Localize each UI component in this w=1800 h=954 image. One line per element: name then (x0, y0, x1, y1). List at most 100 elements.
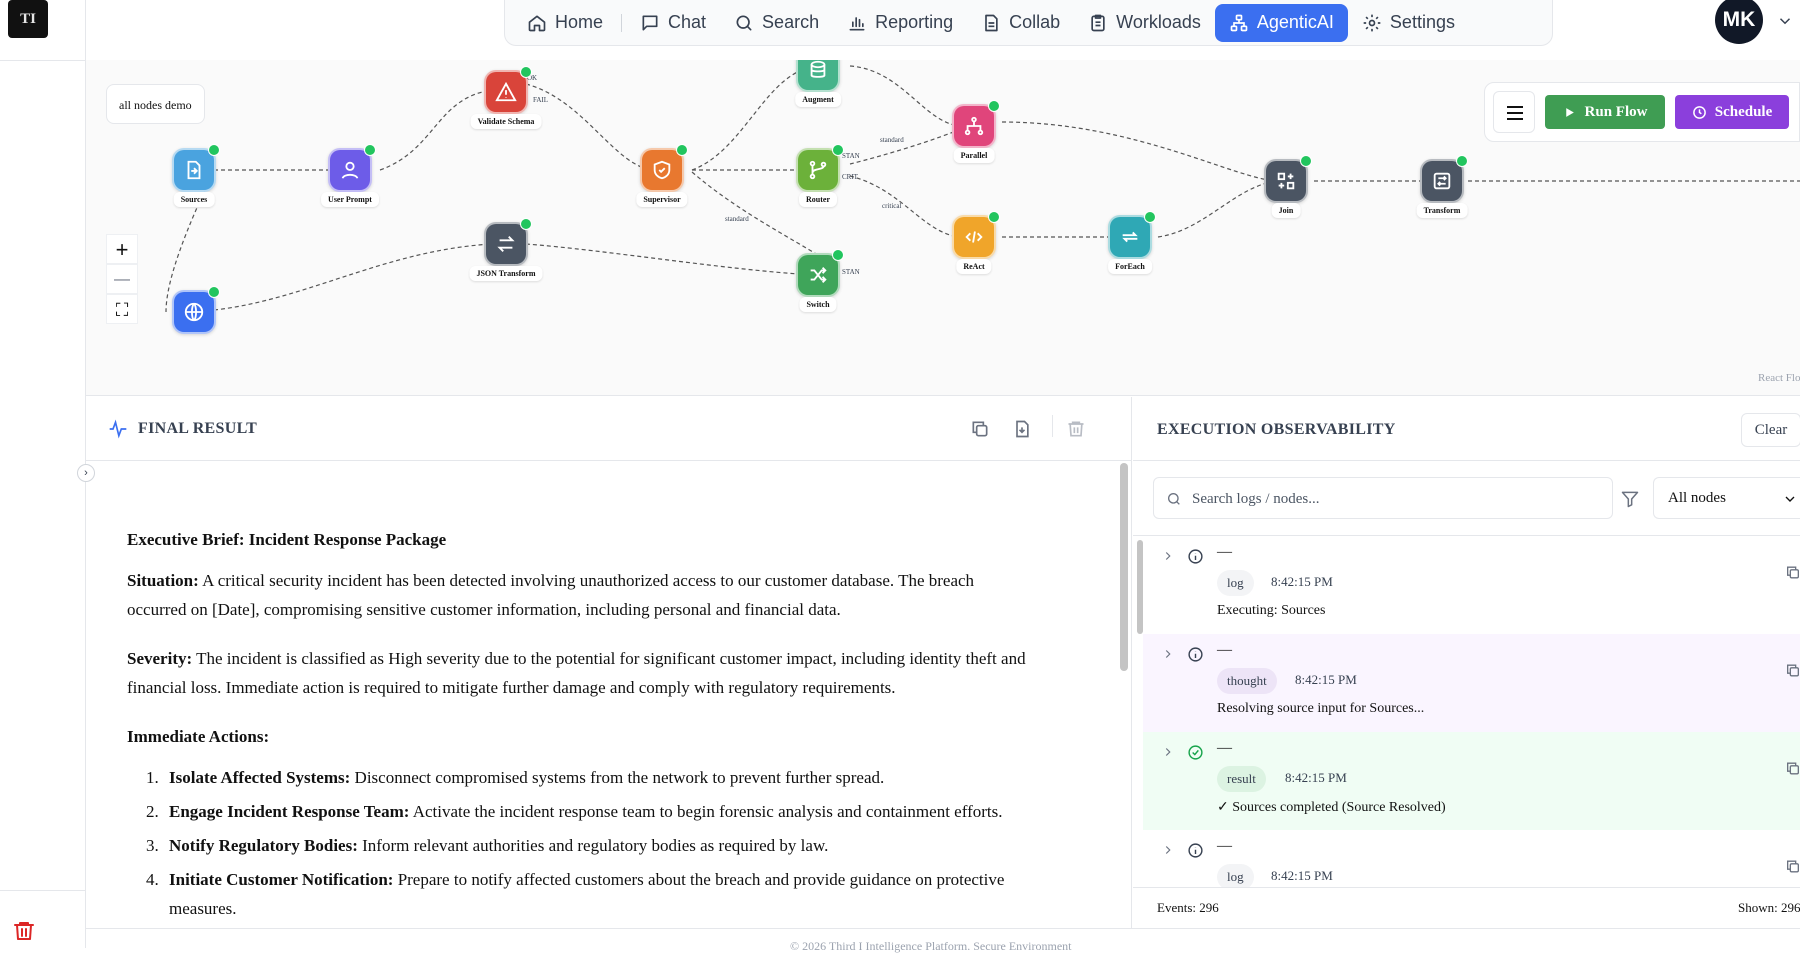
node-sources[interactable] (172, 144, 220, 192)
rail-divider (0, 60, 86, 61)
log-entry[interactable]: — log 8:42:15 PM (1143, 830, 1800, 887)
search-icon (1168, 493, 1180, 505)
node-foreach[interactable] (1108, 211, 1156, 259)
flow-canvas[interactable]: all nodes demo OK FAIL standard STAN CRI… (86, 60, 1800, 396)
filter-icon[interactable] (1620, 489, 1640, 509)
nav-home-label: Home (555, 12, 604, 32)
node-json-transform[interactable] (484, 218, 532, 266)
flow-name[interactable]: all nodes demo (106, 84, 205, 124)
chevron-right-icon[interactable] (1161, 549, 1175, 563)
chevron-right-icon[interactable] (1161, 745, 1175, 759)
node-user-prompt[interactable] (328, 144, 376, 192)
node-supervisor[interactable] (640, 144, 688, 192)
nav-agenticai[interactable]: AgenticAI (1214, 3, 1348, 42)
node-augment[interactable] (796, 60, 840, 92)
chevron-down-icon[interactable] (1776, 12, 1794, 30)
avatar[interactable]: MK (1715, 0, 1763, 44)
branch-icon (809, 160, 827, 180)
node-label-switch: Switch (799, 297, 837, 312)
trash-icon[interactable] (12, 918, 36, 944)
copy-icon[interactable] (1785, 760, 1800, 777)
header-divider (1052, 415, 1053, 437)
node-switch[interactable] (796, 249, 844, 297)
node-router[interactable] (796, 144, 844, 192)
search-input[interactable] (1192, 486, 1602, 512)
hamburger-icon (1507, 106, 1523, 108)
trash-icon[interactable] (1066, 419, 1086, 439)
app-logo[interactable]: TI (8, 0, 48, 38)
node-parallel[interactable] (952, 100, 1000, 148)
zoom-in-button[interactable]: + (106, 234, 138, 264)
node-label-user-prompt: User Prompt (321, 192, 379, 207)
clear-button[interactable]: Clear (1741, 413, 1800, 447)
node-transform[interactable] (1420, 155, 1468, 203)
log-badge: thought (1217, 668, 1277, 694)
react-flow-attribution[interactable]: React Flow (1758, 372, 1800, 384)
chevron-right-icon[interactable] (1161, 647, 1175, 661)
edge (1001, 121, 1279, 182)
repeat-icon (1122, 231, 1138, 243)
check-icon (364, 144, 376, 156)
info-icon (1188, 647, 1203, 662)
nav-workloads[interactable]: Workloads (1074, 4, 1215, 42)
final-result-content[interactable]: Executive Brief: Incident Response Packa… (86, 461, 1132, 928)
edge-label: standard (725, 215, 749, 223)
copy-icon[interactable] (970, 419, 990, 439)
log-entry[interactable]: — result 8:42:15 PM ✓ Sources completed … (1143, 732, 1800, 830)
node-label-react: ReAct (956, 259, 992, 274)
nav-home[interactable]: Home (513, 4, 617, 42)
check-icon (988, 100, 1000, 112)
hamburger-icon (1507, 112, 1523, 114)
node-react[interactable] (952, 211, 1000, 259)
log-badge: log (1217, 864, 1254, 887)
nav-chat[interactable]: Chat (626, 4, 720, 42)
log-time: 8:42:15 PM (1285, 770, 1347, 785)
edge (525, 243, 815, 276)
observability-title: EXECUTION OBSERVABILITY (1157, 421, 1396, 438)
copy-icon[interactable] (1785, 564, 1800, 581)
log-time: 8:42:15 PM (1271, 574, 1333, 589)
log-badge: log (1217, 570, 1254, 596)
log-entry-title: — (1217, 544, 1232, 560)
scrollbar[interactable] (1137, 540, 1143, 634)
top-nav: Home Chat Search Reporting Collab Worklo… (504, 0, 1553, 46)
node-label-json-transform: JSON Transform (469, 266, 543, 281)
search-icon (736, 15, 752, 30)
run-flow-button[interactable]: Run Flow (1545, 95, 1665, 129)
edge-label: standard (880, 136, 904, 144)
home-icon (528, 15, 546, 31)
chevron-right-icon[interactable] (1161, 843, 1175, 857)
copy-icon[interactable] (1785, 858, 1800, 875)
download-icon[interactable] (1012, 419, 1032, 439)
menu-button[interactable] (1493, 91, 1535, 133)
chevron-right-icon[interactable]: › (77, 464, 95, 482)
nav-reporting[interactable]: Reporting (833, 4, 967, 42)
log-message: ✓ Sources completed (Source Resolved) (1217, 800, 1446, 815)
swap-icon (497, 236, 515, 252)
nav-collab[interactable]: Collab (967, 4, 1074, 42)
node-filter-select[interactable]: All nodes (1653, 477, 1800, 519)
node-validate-schema[interactable] (484, 66, 532, 114)
nav-search[interactable]: Search (720, 4, 833, 42)
nav-reporting-label: Reporting (875, 12, 954, 32)
list-item: Notify Regulatory Bodies: Inform relevan… (163, 831, 1036, 860)
log-list[interactable]: — log 8:42:15 PM Executing: Sources — th… (1133, 535, 1800, 887)
node-join[interactable] (1264, 155, 1312, 203)
zoom-out-button[interactable]: — (106, 264, 138, 294)
scrollbar[interactable] (1120, 463, 1128, 671)
node-web[interactable] (172, 286, 220, 334)
database-icon (810, 60, 826, 78)
fit-view-button[interactable]: ⛶ (106, 294, 138, 324)
nav-agenticai-label: AgenticAI (1256, 12, 1334, 32)
nav-separator (621, 13, 623, 32)
warning-icon (495, 81, 517, 102)
log-entry[interactable]: — thought 8:42:15 PM Resolving source in… (1143, 634, 1800, 732)
log-entry-title: — (1217, 838, 1232, 854)
node-label-validate-schema: Validate Schema (470, 114, 542, 129)
schedule-button[interactable]: Schedule (1675, 95, 1789, 129)
clipboard-icon (1091, 14, 1105, 31)
log-entry-title: — (1217, 642, 1232, 658)
copy-icon[interactable] (1785, 662, 1800, 679)
log-entry[interactable]: — log 8:42:15 PM Executing: Sources (1143, 536, 1800, 634)
nav-settings[interactable]: Settings (1348, 4, 1469, 42)
